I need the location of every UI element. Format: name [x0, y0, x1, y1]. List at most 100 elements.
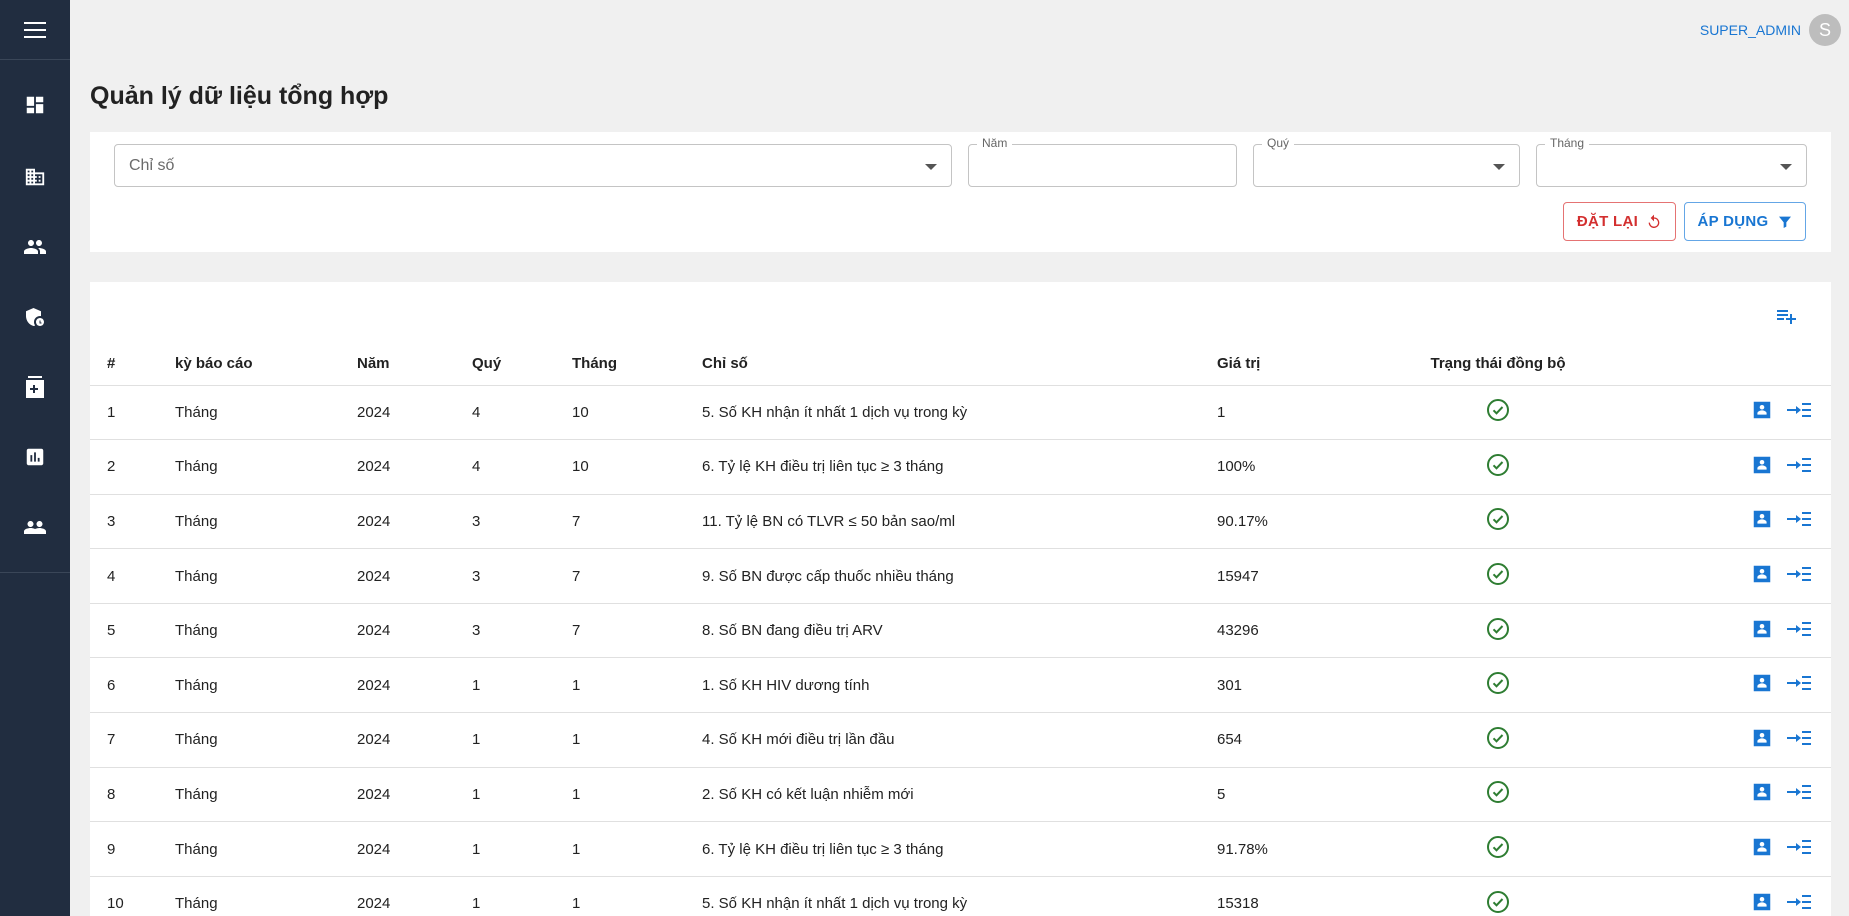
- sync-row-button[interactable]: [1787, 455, 1811, 479]
- sidebar-nav: [0, 71, 70, 573]
- table-header-row: # kỳ báo cáo Năm Quý Tháng Chỉ số Giá tr…: [90, 342, 1831, 386]
- table-row[interactable]: 5 Tháng 2024 3 7 8. Số BN đang điều trị …: [90, 603, 1831, 659]
- cell-value: 15947: [1217, 548, 1367, 604]
- table-row[interactable]: 1 Tháng 2024 4 10 5. Số KH nhận ít nhất …: [90, 385, 1831, 441]
- table-row[interactable]: 9 Tháng 2024 1 1 6. Tỷ lệ KH điều trị li…: [90, 821, 1831, 877]
- sidebar-item-dashboard[interactable]: [0, 79, 70, 131]
- cell-quarter: 3: [472, 494, 572, 550]
- arrow-to-list-icon: [1787, 621, 1811, 636]
- col-header-quarter[interactable]: Quý: [472, 342, 572, 386]
- col-header-indicator[interactable]: Chỉ số: [702, 342, 1217, 386]
- cell-sync-status: [1367, 767, 1629, 823]
- reset-button[interactable]: ĐẶT LẠI: [1563, 202, 1676, 241]
- thang-select[interactable]: Tháng: [1536, 136, 1807, 187]
- cell-indicator: 4. Số KH mới điều trị lần đầu: [702, 712, 1217, 768]
- check-circle-icon: [1487, 453, 1509, 476]
- sync-row-button[interactable]: [1787, 400, 1811, 424]
- sidebar-item-work-schedule[interactable]: [0, 291, 70, 343]
- thang-label: Tháng: [1545, 136, 1590, 151]
- cell-year: 2024: [357, 439, 472, 495]
- cell-year: 2024: [357, 657, 472, 714]
- col-header-year[interactable]: Năm: [357, 342, 472, 386]
- menu-toggle-button[interactable]: [0, 0, 70, 60]
- col-header-report-period[interactable]: kỳ báo cáo: [175, 342, 357, 386]
- view-detail-button[interactable]: [1751, 672, 1773, 698]
- col-header-value[interactable]: Giá trị: [1217, 342, 1367, 386]
- arrow-to-list-icon: [1787, 567, 1811, 582]
- nam-input[interactable]: Năm: [968, 136, 1237, 187]
- briefcase-clock-icon: [26, 308, 44, 326]
- view-detail-button[interactable]: [1751, 454, 1773, 480]
- table-row[interactable]: 3 Tháng 2024 3 7 11. Tỷ lệ BN có TLVR ≤ …: [90, 494, 1831, 550]
- sync-row-button[interactable]: [1787, 509, 1811, 533]
- cell-indicator: 8. Số BN đang điều trị ARV: [702, 603, 1217, 659]
- arrow-to-list-icon: [1787, 894, 1811, 909]
- cell-quarter: 1: [472, 767, 572, 823]
- cell-actions: [1629, 657, 1831, 714]
- sidebar-item-people[interactable]: [0, 501, 70, 553]
- cell-year: 2024: [357, 767, 472, 823]
- users-icon: [24, 240, 46, 254]
- refresh-icon: [1648, 214, 1660, 228]
- cell-month: 10: [572, 439, 702, 495]
- view-detail-button[interactable]: [1751, 727, 1773, 753]
- cell-report-period: Tháng: [175, 712, 357, 768]
- sidebar-item-buildings[interactable]: [0, 151, 70, 203]
- cell-quarter: 1: [472, 712, 572, 768]
- view-detail-button[interactable]: [1751, 781, 1773, 807]
- sync-row-button[interactable]: [1787, 564, 1811, 588]
- quy-select[interactable]: Quý: [1253, 136, 1520, 187]
- sync-row-button[interactable]: [1787, 619, 1811, 643]
- cell-quarter: 3: [472, 548, 572, 604]
- user-menu[interactable]: SUPER_ADMIN S: [1700, 14, 1841, 46]
- view-detail-button[interactable]: [1751, 891, 1773, 916]
- view-detail-button[interactable]: [1751, 399, 1773, 425]
- sync-row-button[interactable]: [1787, 728, 1811, 752]
- cell-sync-status: [1367, 876, 1629, 916]
- cell-sync-status: [1367, 821, 1629, 877]
- view-detail-button[interactable]: [1751, 563, 1773, 589]
- col-header-month[interactable]: Tháng: [572, 342, 702, 386]
- table-row[interactable]: 2 Tháng 2024 4 10 6. Tỷ lệ KH điều trị l…: [90, 439, 1831, 495]
- cell-index: 4: [90, 548, 175, 604]
- view-detail-button[interactable]: [1751, 836, 1773, 862]
- table-row[interactable]: 6 Tháng 2024 1 1 1. Số KH HIV dương tính…: [90, 657, 1831, 714]
- people-icon: [24, 521, 46, 534]
- view-detail-button[interactable]: [1751, 618, 1773, 644]
- cell-report-period: Tháng: [175, 494, 357, 550]
- cell-sync-status: [1367, 657, 1629, 714]
- sync-row-button[interactable]: [1787, 673, 1811, 697]
- view-detail-button[interactable]: [1751, 508, 1773, 534]
- chiso-placeholder: Chỉ số: [129, 157, 175, 174]
- cell-year: 2024: [357, 494, 472, 550]
- table-row[interactable]: 7 Tháng 2024 1 1 4. Số KH mới điều trị l…: [90, 712, 1831, 768]
- username-label[interactable]: SUPER_ADMIN: [1700, 22, 1801, 38]
- apply-button[interactable]: ÁP DỤNG: [1684, 202, 1806, 241]
- col-header-sync-status[interactable]: Trạng thái đồng bộ: [1367, 342, 1629, 386]
- cell-value: 100%: [1217, 439, 1367, 495]
- cell-value: 91.78%: [1217, 821, 1367, 877]
- col-header-index[interactable]: #: [90, 342, 175, 386]
- sidebar-item-users[interactable]: [0, 221, 70, 273]
- sync-row-button[interactable]: [1787, 837, 1811, 861]
- cell-indicator: 11. Tỷ lệ BN có TLVR ≤ 50 bản sao/ml: [702, 494, 1217, 550]
- cell-report-period: Tháng: [175, 385, 357, 441]
- avatar[interactable]: S: [1809, 14, 1841, 46]
- cell-indicator: 5. Số KH nhận ít nhất 1 dịch vụ trong kỳ: [702, 385, 1217, 441]
- table-row[interactable]: 4 Tháng 2024 3 7 9. Số BN được cấp thuốc…: [90, 548, 1831, 604]
- cell-month: 1: [572, 657, 702, 714]
- sync-row-button[interactable]: [1787, 892, 1811, 916]
- data-table-card: # kỳ báo cáo Năm Quý Tháng Chỉ số Giá tr…: [90, 282, 1831, 916]
- table-row[interactable]: 8 Tháng 2024 1 1 2. Số KH có kết luận nh…: [90, 767, 1831, 823]
- add-row-button[interactable]: [1774, 304, 1798, 333]
- cell-actions: [1629, 603, 1831, 659]
- sidebar-item-medical[interactable]: [0, 361, 70, 413]
- table-row[interactable]: 10 Tháng 2024 1 1 5. Số KH nhận ít nhất …: [90, 876, 1831, 916]
- detail-box-icon: [1753, 784, 1771, 801]
- cell-quarter: 3: [472, 603, 572, 659]
- sidebar-item-reports[interactable]: [0, 431, 70, 483]
- chiso-select[interactable]: Chỉ số: [114, 144, 952, 187]
- summary-data-table: # kỳ báo cáo Năm Quý Tháng Chỉ số Giá tr…: [90, 342, 1831, 916]
- cell-index: 5: [90, 603, 175, 659]
- sync-row-button[interactable]: [1787, 782, 1811, 806]
